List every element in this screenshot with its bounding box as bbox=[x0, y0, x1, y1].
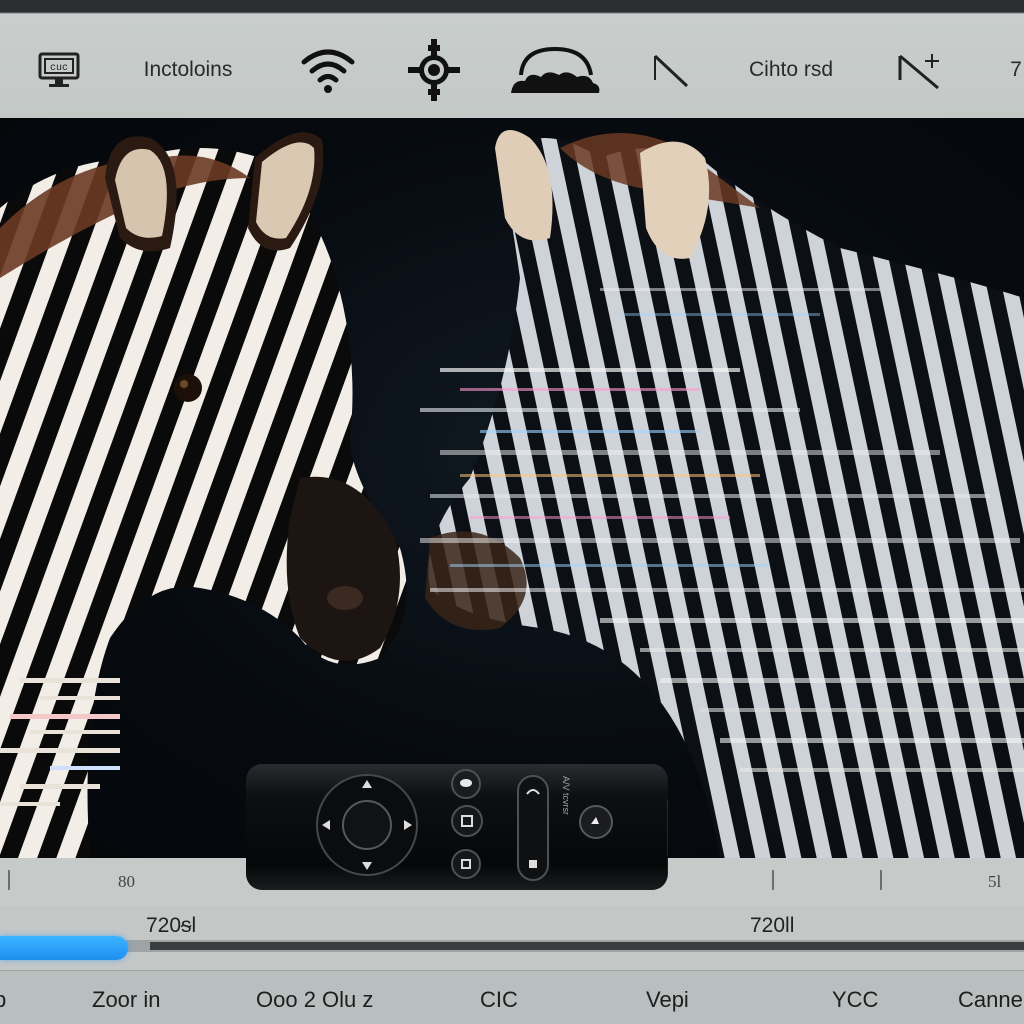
ruler-label-left: 80 bbox=[118, 872, 135, 891]
gear-icon[interactable] bbox=[404, 39, 464, 101]
resolution-label-left: 720ᵴl bbox=[146, 914, 197, 937]
home-icon[interactable] bbox=[450, 804, 484, 838]
progress-track-remaining bbox=[150, 942, 1024, 950]
remote-label-text: A/V tcvrsr bbox=[561, 776, 571, 816]
top-toolbar: cuc Inctoloins Cihto rsd 7 bbox=[0, 0, 1024, 118]
ruler-tick bbox=[880, 870, 882, 890]
progress-row: 720ᵴl 720ll bbox=[0, 906, 1024, 970]
wifi-icon[interactable] bbox=[296, 40, 360, 100]
toolbar-label: Cihto rsd bbox=[748, 58, 834, 81]
menu-item-ycc[interactable]: YCC bbox=[832, 987, 878, 1013]
toolbar-item-7[interactable]: 7 bbox=[996, 40, 1024, 100]
diagonal-line-icon[interactable] bbox=[646, 40, 696, 100]
menu-item-p[interactable]: p bbox=[0, 987, 6, 1013]
svg-text:cuc: cuc bbox=[50, 63, 68, 74]
mic-icon[interactable] bbox=[450, 768, 482, 800]
menu-icon[interactable] bbox=[516, 774, 550, 882]
toolbar-label: 7 bbox=[1010, 58, 1022, 81]
monitor-icon[interactable]: cuc bbox=[34, 40, 84, 100]
progress-fill[interactable] bbox=[0, 936, 128, 960]
streaming-remote: A/V tcvrsr bbox=[246, 762, 670, 892]
ruler-tick bbox=[772, 870, 774, 890]
cloud-icon[interactable] bbox=[505, 40, 605, 100]
toolbar-item-cihto[interactable]: Cihto rsd bbox=[726, 40, 856, 100]
toolbar-label: Inctoloins bbox=[143, 58, 233, 81]
toolbar-item-inctoloins[interactable]: Inctoloins bbox=[118, 40, 258, 100]
menu-item-vepi[interactable]: Vepi bbox=[646, 987, 689, 1013]
dpad-icon[interactable] bbox=[314, 772, 420, 878]
remote-side-label: A/V tcvrsr bbox=[561, 776, 575, 876]
power-icon[interactable] bbox=[578, 804, 614, 840]
menu-item-cic[interactable]: CIC bbox=[480, 987, 518, 1013]
line-plus-icon[interactable] bbox=[892, 40, 952, 100]
resolution-label-right: 720ll bbox=[750, 914, 795, 937]
ruler-tick bbox=[8, 870, 10, 890]
video-frame bbox=[0, 130, 1024, 858]
menu-item-ooo[interactable]: Ooo 2 Olu z bbox=[256, 987, 373, 1013]
menu-item-canne[interactable]: Canne bbox=[958, 987, 1023, 1013]
video-viewport[interactable] bbox=[0, 118, 1024, 858]
back-icon[interactable] bbox=[450, 848, 482, 880]
ruler-label-right: 5l bbox=[988, 872, 1002, 891]
bottom-menu-bar: p Zoor in Ooo 2 Olu z CIC Vepi YCC Canne bbox=[0, 970, 1024, 1024]
menu-item-zoom-in[interactable]: Zoor in bbox=[92, 987, 160, 1013]
